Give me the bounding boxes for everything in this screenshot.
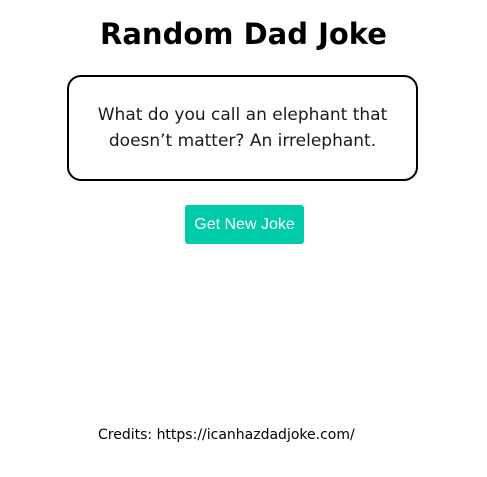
credits-text: Credits: https://icanhazdadjoke.com/ bbox=[98, 427, 355, 443]
joke-text: What do you call an elephant that doesn’… bbox=[97, 105, 388, 151]
get-new-joke-button[interactable]: Get New Joke bbox=[185, 205, 304, 244]
page-title: Random Dad Joke bbox=[100, 17, 387, 51]
joke-card: What do you call an elephant that doesn’… bbox=[67, 75, 418, 181]
